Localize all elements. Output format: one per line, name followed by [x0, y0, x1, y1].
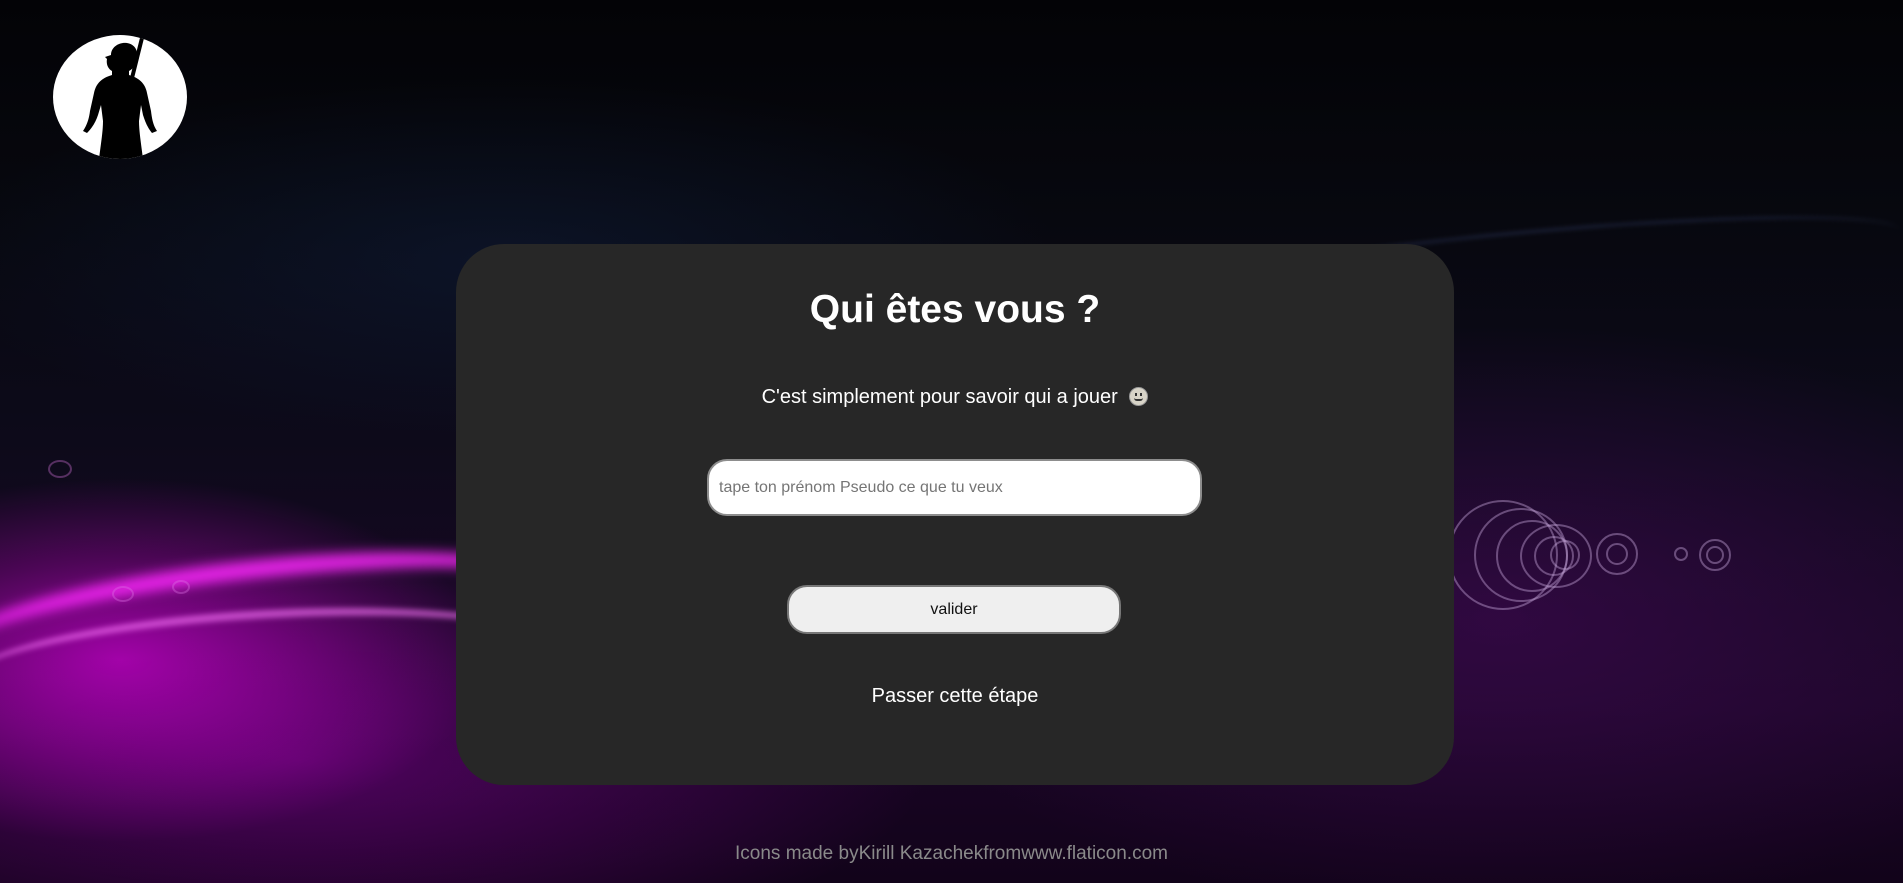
- identification-card: Qui êtes vous ? C'est simplement pour sa…: [456, 244, 1454, 785]
- skip-link[interactable]: Passer cette étape: [456, 685, 1454, 708]
- page-title: Qui êtes vous ?: [809, 288, 1101, 331]
- logo[interactable]: [53, 35, 187, 159]
- background-ring: [1674, 547, 1688, 561]
- subtitle: C'est simplement pour savoir qui a jouer: [456, 386, 1454, 409]
- submit-button[interactable]: valider: [787, 585, 1121, 634]
- credits-prefix: Icons made by: [735, 843, 859, 864]
- background-ring: [172, 580, 190, 594]
- credits-site-link[interactable]: www.flaticon.com: [1021, 843, 1168, 864]
- background-ring: [1706, 546, 1724, 564]
- credits-author-link[interactable]: Kirill Kazachek: [859, 843, 984, 864]
- background-ring: [1606, 543, 1628, 565]
- soldier-silhouette-icon: [83, 35, 157, 159]
- background-ring: [1550, 540, 1580, 570]
- subtitle-text: C'est simplement pour savoir qui a jouer: [761, 386, 1118, 408]
- background-ring: [112, 586, 134, 602]
- grinning-face-icon: [1129, 387, 1149, 406]
- credits-footer: Icons made byKirill Kazachekfromwww.flat…: [0, 843, 1903, 865]
- background-ring: [48, 460, 72, 478]
- name-input[interactable]: [707, 459, 1202, 516]
- credits-middle: from: [983, 843, 1022, 864]
